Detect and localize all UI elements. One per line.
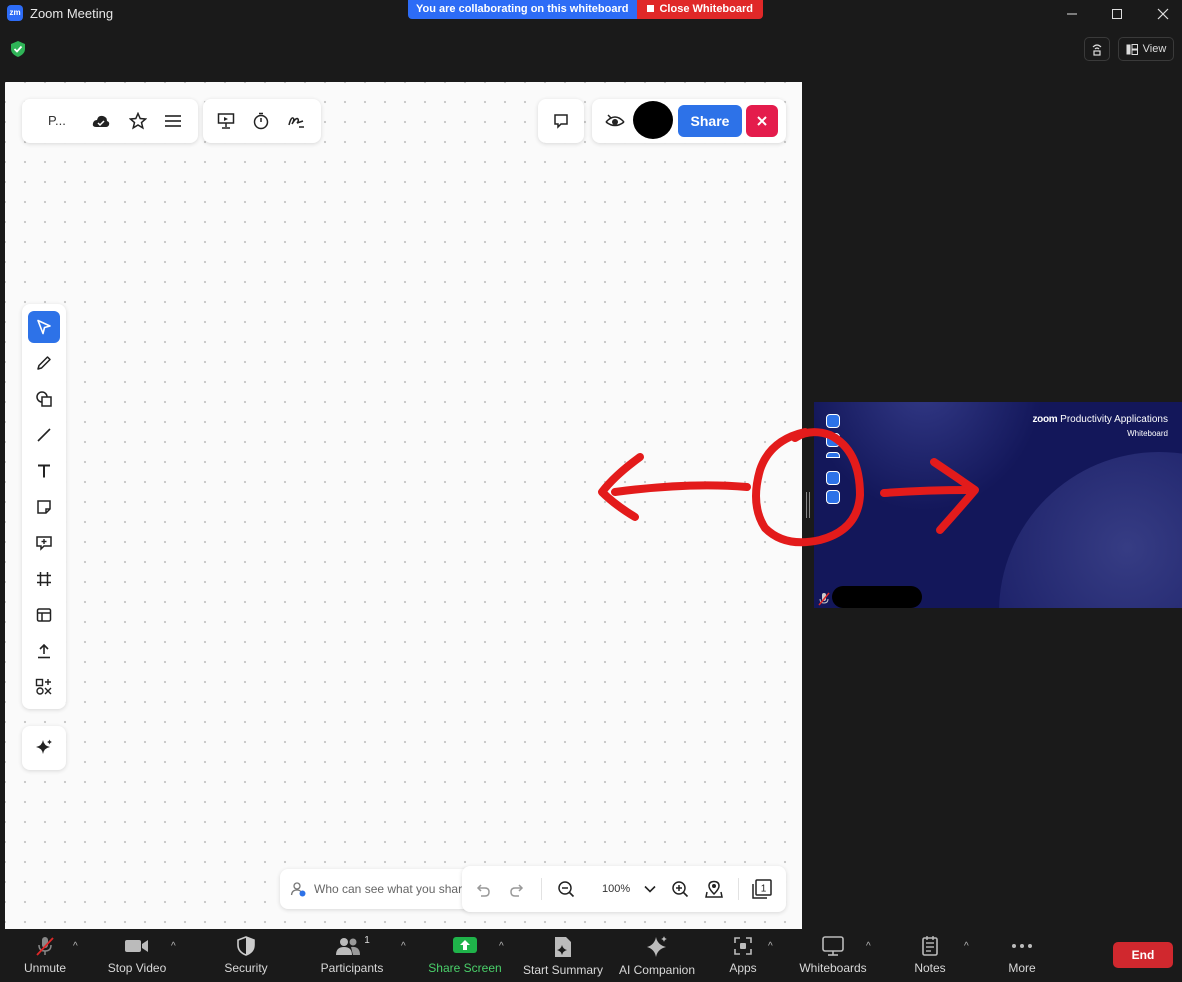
chevron-up-icon[interactable]: ^ bbox=[768, 941, 773, 952]
microphone-muted-icon bbox=[36, 937, 54, 956]
notes-icon bbox=[922, 936, 938, 956]
whiteboards-button[interactable]: Whiteboards bbox=[795, 929, 871, 982]
security-shield-icon bbox=[237, 936, 255, 956]
chevron-up-icon[interactable]: ^ bbox=[499, 941, 504, 952]
end-meeting-button[interactable]: End bbox=[1113, 942, 1173, 968]
notes-button[interactable]: Notes bbox=[910, 929, 950, 982]
red-annotation-overlay bbox=[598, 428, 979, 547]
unmute-label: Unmute bbox=[23, 961, 67, 975]
left-arrow-annotation bbox=[611, 481, 751, 496]
security-label: Security bbox=[224, 961, 268, 975]
chevron-up-icon[interactable]: ^ bbox=[866, 941, 871, 952]
participants-button[interactable]: 1 Participants bbox=[318, 929, 386, 982]
stop-video-button[interactable]: Stop Video bbox=[104, 929, 170, 982]
right-arrowhead-annotation bbox=[930, 458, 979, 534]
apps-label: Apps bbox=[729, 961, 757, 975]
start-summary-button[interactable]: Start Summary bbox=[520, 929, 606, 982]
more-dots-icon bbox=[1012, 944, 1032, 948]
whiteboard-icon bbox=[822, 936, 844, 956]
apps-button[interactable]: Apps bbox=[726, 929, 760, 982]
whiteboards-label: Whiteboards bbox=[799, 961, 867, 975]
share-screen-label: Share Screen bbox=[428, 961, 502, 975]
chevron-up-icon[interactable]: ^ bbox=[964, 941, 969, 952]
participants-icon bbox=[336, 938, 361, 955]
video-camera-icon bbox=[125, 940, 148, 952]
start-summary-label: Start Summary bbox=[522, 963, 603, 977]
participants-label: Participants bbox=[320, 961, 384, 975]
chevron-up-icon[interactable]: ^ bbox=[171, 941, 176, 952]
share-screen-icon bbox=[453, 937, 477, 953]
circle-annotation bbox=[752, 428, 865, 547]
more-label: More bbox=[1008, 961, 1036, 975]
stop-video-label: Stop Video bbox=[107, 961, 167, 975]
more-button[interactable]: More bbox=[1002, 929, 1042, 982]
participants-icon-group: 1 bbox=[334, 935, 370, 957]
participants-count: 1 bbox=[364, 935, 370, 946]
apps-icon bbox=[734, 937, 752, 955]
meeting-toolbar: Unmute ^ Stop Video ^ Security 1 Partici… bbox=[0, 929, 1182, 982]
right-arrow-annotation bbox=[880, 486, 974, 497]
summary-document-icon bbox=[555, 937, 571, 957]
security-button[interactable]: Security bbox=[221, 929, 271, 982]
unmute-button[interactable]: Unmute bbox=[20, 929, 70, 982]
share-screen-button[interactable]: Share Screen bbox=[428, 929, 502, 982]
ai-sparkle-icon bbox=[647, 936, 667, 957]
ai-companion-button[interactable]: AI Companion bbox=[616, 929, 698, 982]
chevron-up-icon[interactable]: ^ bbox=[73, 941, 78, 952]
chevron-up-icon[interactable]: ^ bbox=[401, 941, 406, 952]
ai-companion-label: AI Companion bbox=[618, 963, 696, 977]
notes-label: Notes bbox=[914, 961, 946, 975]
